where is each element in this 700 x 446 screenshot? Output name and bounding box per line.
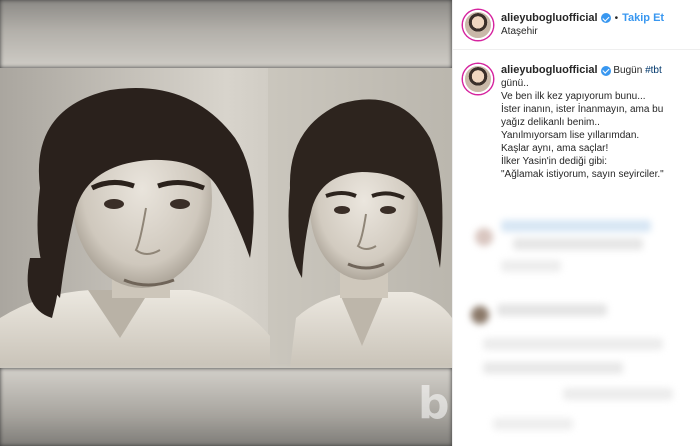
profile-avatar[interactable] (463, 9, 493, 40)
caption-verified-badge-icon (600, 65, 611, 76)
post-media[interactable] (0, 0, 452, 446)
comment-avatar (471, 306, 489, 324)
comment-row (493, 418, 573, 430)
comment-avatar (475, 228, 493, 246)
post-photo[interactable] (0, 68, 452, 368)
header-username[interactable]: alieyuboglu​official (501, 12, 598, 24)
comment-row (497, 304, 607, 316)
post-location[interactable]: Ataşehir (501, 26, 664, 37)
caption-line: günü.. (501, 78, 529, 89)
caption-line: İster inanın, ister İnanmayın, ama bu (501, 104, 664, 115)
follow-button[interactable]: Takip Et (622, 12, 664, 24)
caption-line: İlker Yasin'in dediği gibi: (501, 156, 608, 167)
caption-line: Kaşlar aynı, ama saçlar! (501, 143, 609, 154)
caption-line: yağız delikanlı benim.. (501, 117, 600, 128)
comment-row (483, 362, 623, 374)
verified-badge-icon (600, 13, 611, 23)
caption-first-line: alieyuboglu​official Bugün #tbt (501, 64, 690, 77)
header-username-line: alieyuboglu​official • Takip Et (501, 12, 664, 24)
caption-line: "Ağlamak istiyorum, sayın seyirciler." (501, 169, 664, 180)
comment-row (513, 238, 643, 250)
watermark-logo: b (418, 378, 450, 429)
comment-row (563, 388, 673, 400)
header-text: alieyuboglu​official • Takip Et Ataşehir (501, 12, 664, 37)
caption-block: alieyuboglu​official Bugün #tbt günü.. V… (453, 50, 700, 181)
caption-hashtag[interactable]: #tbt (645, 64, 662, 77)
comment-row (483, 338, 663, 350)
caption-line: Ve ben ilk kez yapıyorum bunu... (501, 91, 646, 102)
comment-row (501, 220, 651, 232)
post-header: alieyuboglu​official • Takip Et Ataşehir (453, 0, 700, 50)
comment-row (501, 260, 561, 272)
caption-lead: Bugün (613, 65, 643, 76)
caption-username[interactable]: alieyuboglu​official (501, 64, 598, 77)
caption-avatar[interactable] (463, 64, 493, 94)
separator-dot: • (614, 12, 619, 24)
blurred-background-bottom (0, 368, 452, 446)
caption-line: Yanılmıyorsam lise yıllarımdan. (501, 130, 640, 141)
caption-text: alieyuboglu​official Bugün #tbt günü.. V… (501, 64, 690, 181)
blurred-background-top (0, 0, 452, 68)
vintage-portrait-image (0, 68, 452, 368)
